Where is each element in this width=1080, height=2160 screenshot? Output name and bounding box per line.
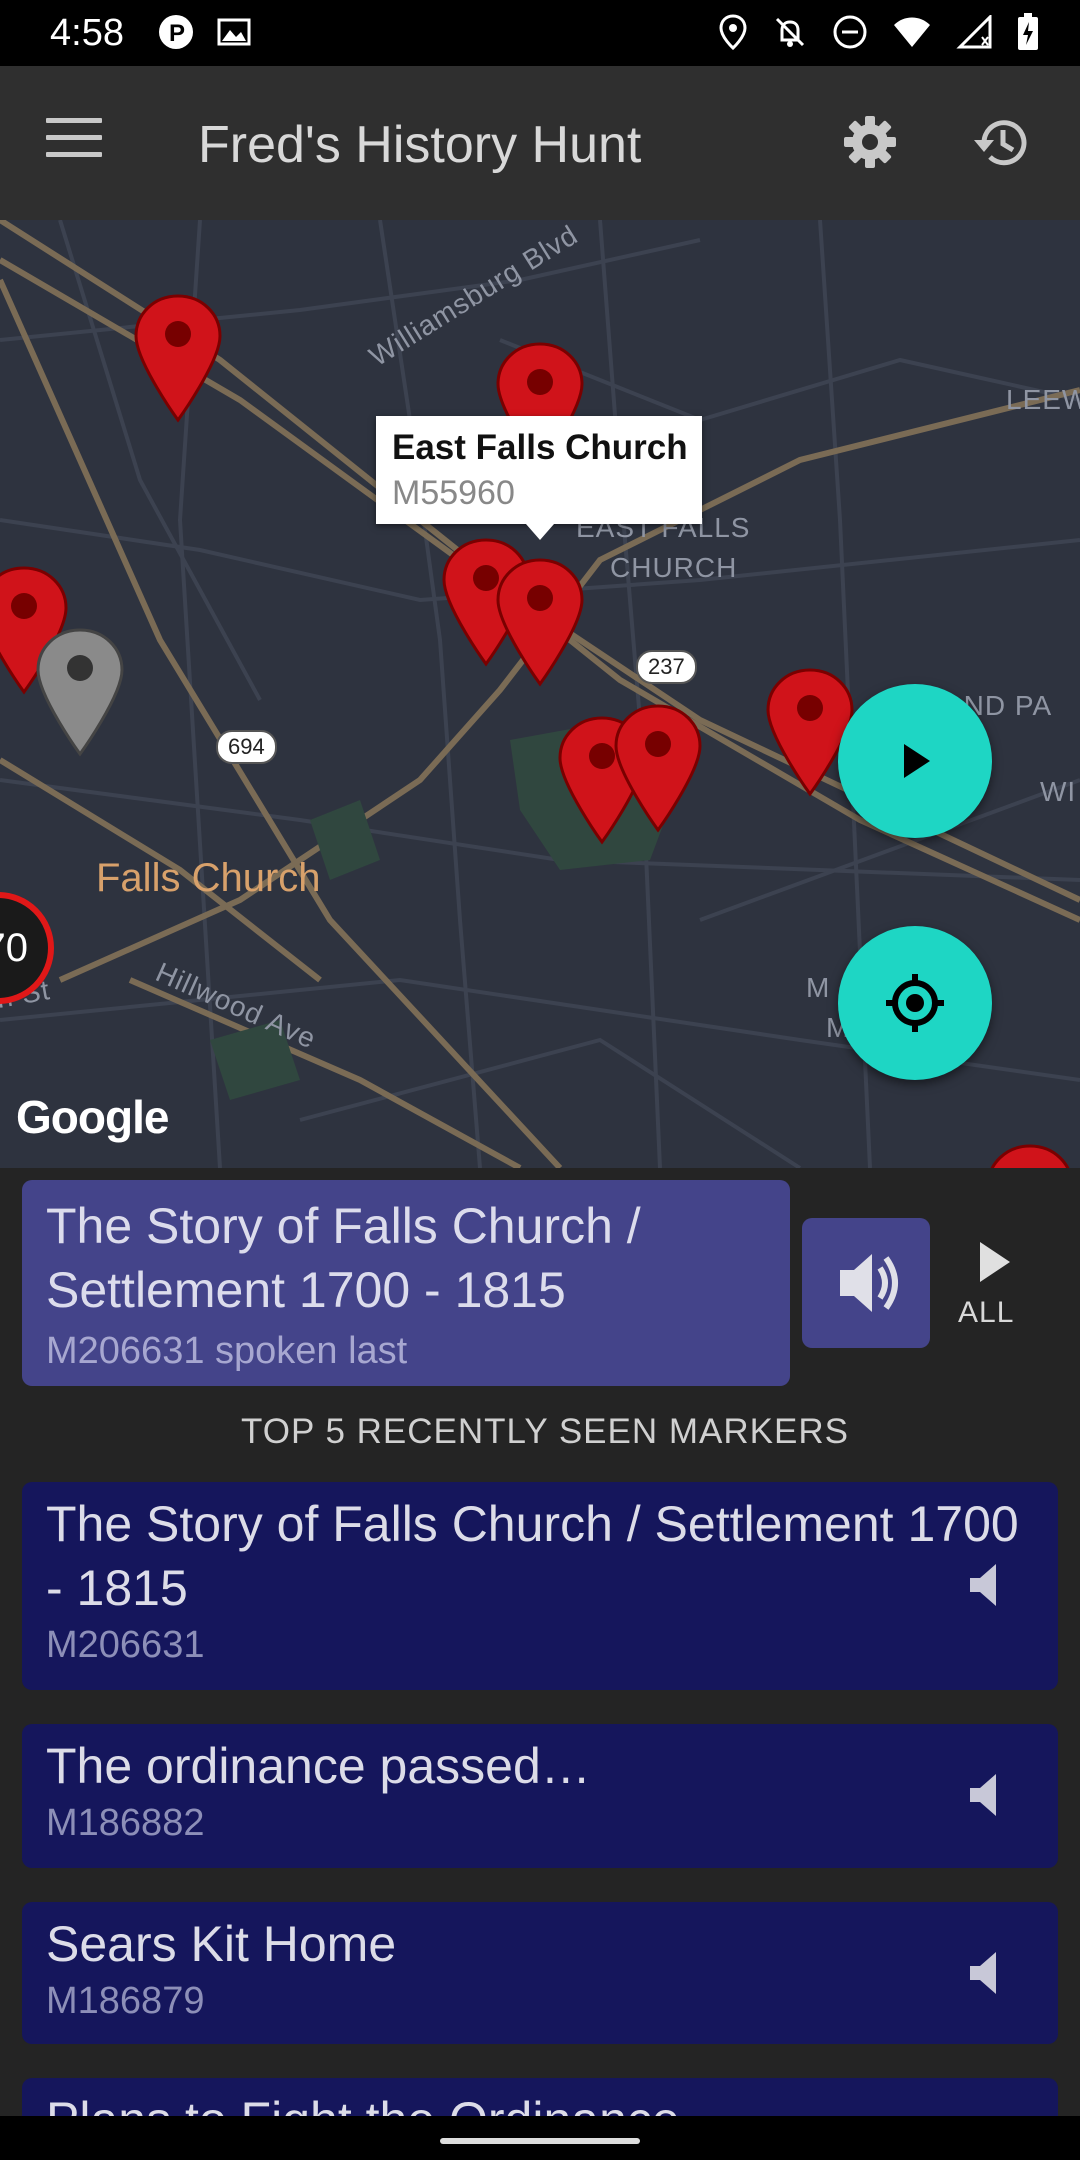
app-title: Fred's History Hunt (198, 116, 642, 174)
my-location-icon (886, 974, 944, 1032)
map-label-m1: M (806, 972, 831, 1003)
now-playing-card[interactable]: The Story of Falls Church / Settlement 1… (22, 1180, 790, 1386)
info-window-title: East Falls Church (392, 428, 688, 467)
marker-title: Sears Kit Home (46, 1916, 397, 1972)
status-bar: 4:58 P (0, 0, 1080, 66)
marker-title: The Story of Falls Church / Settlement 1… (46, 1496, 1019, 1616)
marker-title: Plans to Fight the Ordinance (46, 2088, 1034, 2116)
marker-list-item[interactable]: Sears Kit Home M186879 (22, 1902, 1058, 2044)
play-icon (980, 1242, 1010, 1282)
photo-icon (217, 18, 251, 46)
map-pin-gray-icon[interactable] (34, 626, 126, 758)
signal-icon (956, 15, 992, 49)
navigation-bar (0, 2116, 1080, 2160)
marker-id: M186879 (46, 1980, 205, 2022)
my-location-fab-button[interactable] (838, 926, 992, 1080)
location-icon (719, 14, 747, 50)
do-not-disturb-icon (833, 15, 867, 49)
map-pin-icon[interactable] (612, 702, 704, 834)
play-all-label: ALL (958, 1296, 1015, 1329)
status-right-icons (718, 12, 1040, 52)
svg-text:P: P (169, 20, 185, 47)
map-label-leew: LEEW (1006, 384, 1080, 415)
circle-p-icon: P (159, 15, 193, 49)
map-view[interactable]: Williamsburg Blvd LEEW EAST FALLS CHURCH… (0, 220, 1080, 1168)
route-shield-694: 694 (216, 730, 277, 764)
marker-list-item[interactable]: The ordinance passed… M186882 (22, 1724, 1058, 1868)
map-label-wi: WI (1040, 776, 1077, 807)
map-label-east-falls-church-2: CHURCH (610, 552, 738, 583)
map-pin-selected-icon[interactable] (494, 556, 586, 688)
volume-icon (840, 1254, 898, 1312)
play-icon (904, 744, 930, 778)
google-logo: Google (16, 1091, 169, 1143)
menu-icon[interactable] (46, 118, 102, 168)
status-left-icons: P (158, 14, 252, 50)
info-window-subtitle: M55960 (392, 474, 515, 512)
history-icon[interactable] (970, 112, 1032, 174)
map-pin-icon[interactable] (984, 1142, 1076, 1168)
route-shield-237: 237 (636, 650, 697, 684)
speaker-icon[interactable] (964, 1770, 1004, 1820)
gear-icon[interactable] (842, 114, 898, 170)
notifications-off-icon (775, 17, 805, 47)
recent-markers-heading: TOP 5 RECENTLY SEEN MARKERS (241, 1412, 849, 1451)
now-playing-subtitle: M206631 spoken last (46, 1330, 408, 1372)
battery-charging-icon (1018, 13, 1038, 50)
play-all-button[interactable]: ALL (958, 1234, 1030, 1344)
marker-list-item[interactable]: The Story of Falls Church / Settlement 1… (22, 1482, 1058, 1690)
play-fab-button[interactable] (838, 684, 992, 838)
marker-id: M186882 (46, 1802, 205, 1844)
speaker-icon[interactable] (964, 1948, 1004, 1998)
status-time: 4:58 (50, 12, 124, 54)
marker-info-window[interactable]: East Falls Church M55960 (376, 416, 702, 540)
map-pin-icon[interactable] (132, 292, 224, 424)
speaker-icon[interactable] (964, 1560, 1004, 1610)
app-bar: Fred's History Hunt (0, 66, 1080, 220)
wifi-icon (894, 17, 930, 47)
marker-list-item[interactable]: Plans to Fight the Ordinance (22, 2078, 1058, 2116)
home-handle[interactable] (440, 2138, 640, 2144)
speak-button[interactable] (802, 1218, 930, 1348)
marker-title: The ordinance passed… (46, 1738, 591, 1794)
marker-id: M206631 (46, 1624, 205, 1666)
now-playing-title: The Story of Falls Church / Settlement 1… (46, 1198, 641, 1318)
map-label-town: Falls Church (96, 856, 321, 900)
